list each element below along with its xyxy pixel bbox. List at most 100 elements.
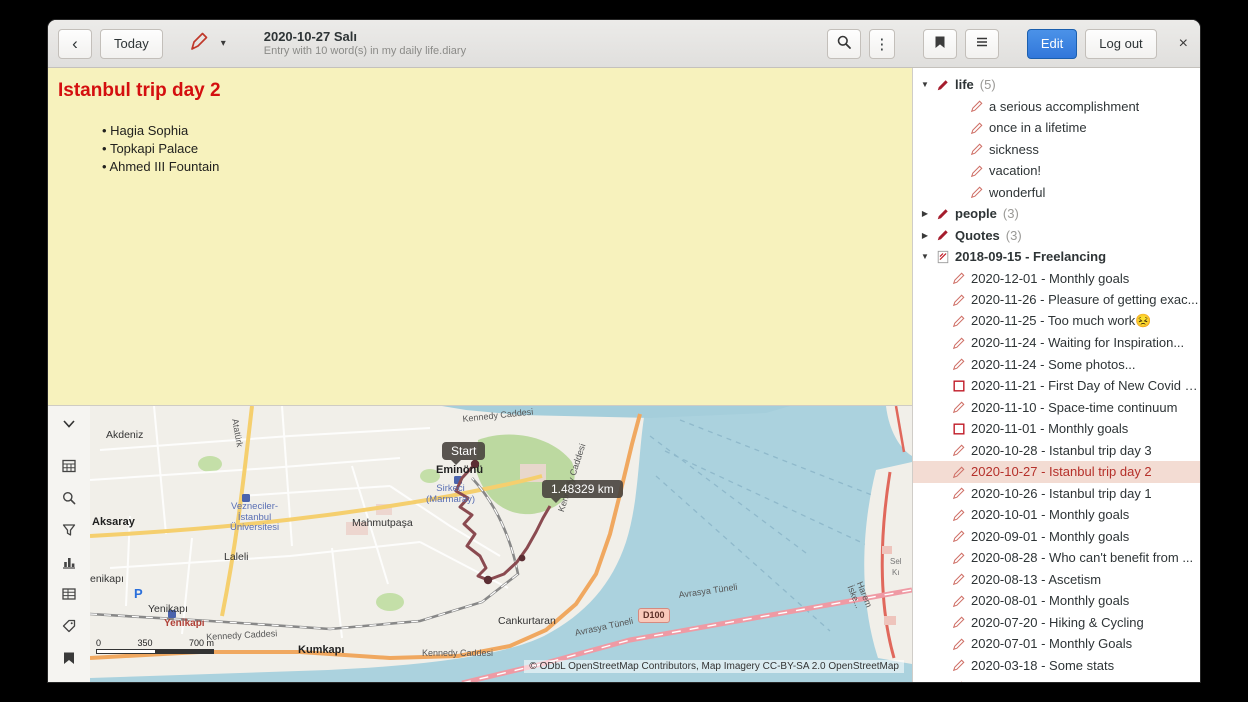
entry-row[interactable]: 2020-10-28 - Istanbul trip day 3 <box>913 440 1200 462</box>
route-waypoint-marker <box>519 555 526 562</box>
entry-type-menu-button[interactable]: ▾ <box>187 29 226 58</box>
row-label: 2020-12-01 - Monthly goals <box>971 271 1129 286</box>
menu-kebab-button[interactable]: ⋮ <box>869 29 895 59</box>
pencil-icon <box>951 572 967 586</box>
entry-row[interactable]: 2020-03-18 - Some stats <box>913 655 1200 677</box>
entry-row[interactable]: 2020-07-01 - Monthly Goals <box>913 633 1200 655</box>
map-attribution: © ODbL OpenStreetMap Contributors, Map I… <box>524 660 904 673</box>
expander-icon[interactable]: ▼ <box>919 80 931 89</box>
entry-bullet: Topkapi Palace <box>102 140 902 158</box>
row-label: 2020-08-01 - Monthly goals <box>971 593 1129 608</box>
entry-row[interactable]: 2020-10-26 - Istanbul trip day 1 <box>913 483 1200 505</box>
entry-row[interactable]: 2020-07-20 - Hiking & Cycling <box>913 612 1200 634</box>
grid-calendar-icon <box>61 458 77 477</box>
row-label: life <box>955 77 974 92</box>
pencil-icon <box>951 271 967 285</box>
hamburger-menu-button[interactable] <box>965 29 999 59</box>
tag-group-row[interactable]: ▶ people (3) <box>913 203 1200 225</box>
row-count: (3) <box>1003 206 1019 221</box>
chevron-down-icon[interactable]: ▾ <box>221 38 226 49</box>
pencil-icon <box>969 121 985 135</box>
collapse-panel-button[interactable] <box>55 412 83 438</box>
expander-icon[interactable]: ▶ <box>919 209 931 218</box>
window-subtitle: Entry with 10 word(s) in my daily life.d… <box>264 45 466 59</box>
entry-row[interactable]: 2020-12-01 - Monthly goals <box>913 268 1200 290</box>
filter-button[interactable] <box>55 518 83 544</box>
search-view-button[interactable] <box>55 486 83 512</box>
row-count: (5) <box>980 77 996 92</box>
parking-icon: P <box>134 586 143 601</box>
entry-row[interactable]: 2020-10-27 - Istanbul trip day 2 <box>913 461 1200 483</box>
map-view-button[interactable] <box>55 646 83 672</box>
close-button[interactable]: × <box>1179 35 1188 53</box>
row-label: 2020-11-25 - Too much work😣 <box>971 313 1151 329</box>
row-label: a serious accomplishment <box>989 99 1139 114</box>
pencil-icon <box>951 551 967 565</box>
row-label: 2020-11-26 - Pleasure of getting exac... <box>971 292 1198 307</box>
map-scale: 0 350 700 m <box>96 638 214 654</box>
tag-item-row[interactable]: sickness <box>913 139 1200 161</box>
search-icon <box>836 34 852 53</box>
row-label: wonderful <box>989 185 1045 200</box>
map-view[interactable]: AkdenizAtatürkKennedy CaddesiEminönüSirk… <box>90 406 912 682</box>
kebab-icon: ⋮ <box>874 35 889 53</box>
entry-row[interactable]: 2020-11-01 - Monthly goals <box>913 418 1200 440</box>
calendar-view-button[interactable] <box>55 454 83 480</box>
tag-group-row[interactable]: ▼ life (5) <box>913 74 1200 96</box>
table-view-button[interactable] <box>55 582 83 608</box>
entry-row[interactable]: 2020-08-01 - Monthly goals <box>913 590 1200 612</box>
today-button[interactable]: Today <box>100 29 163 59</box>
row-label: 2020-10-01 - Monthly goals <box>971 507 1129 522</box>
chart-view-button[interactable] <box>55 550 83 576</box>
edit-button[interactable]: Edit <box>1027 29 1077 59</box>
row-label: 2020-11-01 - Monthly goals <box>971 421 1128 436</box>
row-label: 2020-01-15 - Some stats <box>971 679 1114 682</box>
route-end-marker <box>484 576 492 584</box>
pencil-icon <box>951 465 967 479</box>
entry-row[interactable]: 2020-08-28 - Who can't benefit from ... <box>913 547 1200 569</box>
row-label: sickness <box>989 142 1039 157</box>
entry-text-area[interactable]: Istanbul trip day 2 Hagia SophiaTopkapi … <box>48 68 912 405</box>
expander-icon[interactable]: ▼ <box>919 252 931 261</box>
entry-row[interactable]: 2020-01-15 - Some stats <box>913 676 1200 682</box>
row-label: people <box>955 206 997 221</box>
back-arrow-icon: ‹ <box>72 34 78 54</box>
row-label: 2020-09-01 - Monthly goals <box>971 529 1129 544</box>
pencil-icon <box>951 486 967 500</box>
entry-bullet-list: Hagia SophiaTopkapi PalaceAhmed III Foun… <box>102 122 902 176</box>
search-button[interactable] <box>827 29 861 59</box>
entry-row[interactable]: 2020-11-26 - Pleasure of getting exac... <box>913 289 1200 311</box>
entry-row[interactable]: 2020-11-25 - Too much work😣 <box>913 311 1200 333</box>
entry-row[interactable]: 2020-09-01 - Monthly goals <box>913 526 1200 548</box>
tag-group-row[interactable]: ▶Quotes(3) <box>913 225 1200 247</box>
row-label: 2020-08-13 - Ascetism <box>971 572 1101 587</box>
entry-row[interactable]: 2020-11-24 - Waiting for Inspiration... <box>913 332 1200 354</box>
hamburger-icon <box>974 34 990 53</box>
tag-item-row[interactable]: vacation! <box>913 160 1200 182</box>
panel-toolbar <box>48 406 90 682</box>
diary-row[interactable]: ▼ 2018-09-15 - Freelancing <box>913 246 1200 268</box>
entry-row[interactable]: 2020-11-21 - First Day of New Covid R... <box>913 375 1200 397</box>
pencil-icon <box>951 336 967 350</box>
entry-row[interactable]: 2020-11-24 - Some photos... <box>913 354 1200 376</box>
back-button[interactable]: ‹ <box>58 29 92 59</box>
entry-row[interactable]: 2020-08-13 - Ascetism <box>913 569 1200 591</box>
tag-item-row[interactable]: wonderful <box>913 182 1200 204</box>
entry-row[interactable]: 2020-10-01 - Monthly goals <box>913 504 1200 526</box>
entry-row[interactable]: 2020-11-10 - Space-time continuum <box>913 397 1200 419</box>
todo-square-icon <box>951 379 967 393</box>
row-label: 2020-11-24 - Waiting for Inspiration... <box>971 335 1184 350</box>
app-window: ‹ Today ▾ 2020-10-27 Salı Entry with 10 … <box>48 20 1200 682</box>
bookmark-button[interactable] <box>923 29 957 59</box>
row-label: 2018-09-15 - Freelancing <box>955 249 1106 264</box>
tag-item-row[interactable]: once in a lifetime <box>913 117 1200 139</box>
entry-bullet: Ahmed III Fountain <box>102 158 902 176</box>
expander-icon[interactable]: ▶ <box>919 231 931 240</box>
tag-item-row[interactable]: a serious accomplishment <box>913 96 1200 118</box>
bookmark-filled-icon <box>61 650 77 669</box>
left-pane: Istanbul trip day 2 Hagia SophiaTopkapi … <box>48 68 912 682</box>
sidebar-tree[interactable]: ▼ life (5) a serious accomplishment once in … <box>912 68 1200 682</box>
tags-view-button[interactable] <box>55 614 83 640</box>
row-count: (3) <box>1006 228 1022 243</box>
logout-button[interactable]: Log out <box>1085 29 1156 59</box>
